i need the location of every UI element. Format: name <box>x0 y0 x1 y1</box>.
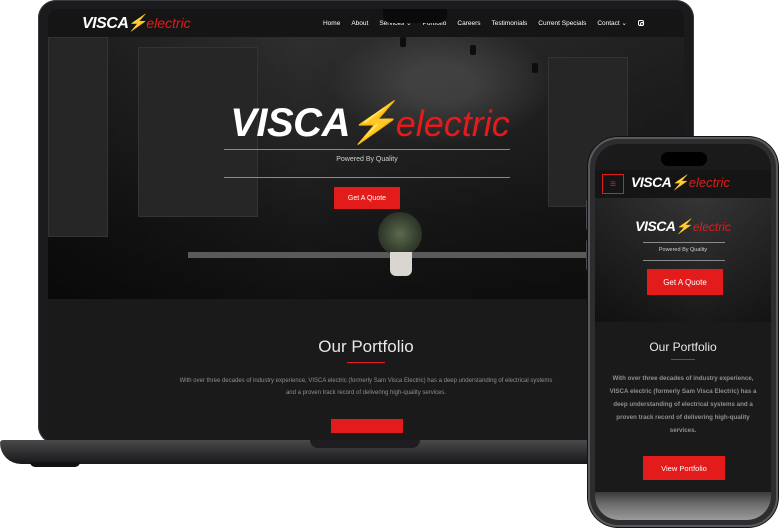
mobile-portfolio-title: Our Portfolio <box>649 340 717 354</box>
plant-image <box>378 212 422 256</box>
mobile-logo-electric: electric <box>688 175 730 190</box>
cabinet-left <box>48 37 108 237</box>
mobile-logo-visca: VISCA <box>631 174 672 190</box>
chevron-down-icon: ⌄ <box>621 20 627 27</box>
hero-logo-electric: electric <box>395 103 510 144</box>
lightning-bolt-icon: ⚡ <box>675 218 693 234</box>
logo-visca-text: VISCA <box>82 15 129 32</box>
mobile-hero-tagline: Powered By Quality <box>658 247 708 253</box>
view-portfolio-button[interactable] <box>331 419 403 433</box>
mockup-stage: VISCA ⚡ electric Home About Services ⌄ P… <box>0 0 780 530</box>
mobile-navbar: ≡ VISCA ⚡ electric <box>595 170 771 198</box>
mobile-portfolio-description: With over three decades of industry expe… <box>609 375 757 434</box>
hero-divider-top <box>224 149 510 150</box>
desktop-menu: Home About Services ⌄ Portfolio Careers … <box>323 9 644 37</box>
mobile-view-portfolio-button[interactable]: View Portfolio <box>643 456 725 480</box>
laptop-foot-left <box>30 462 80 467</box>
lightning-bolt-icon: ⚡ <box>671 174 689 190</box>
mobile-get-a-quote-button[interactable]: Get A Quote <box>647 269 723 295</box>
mobile-hero-logo-electric: electric <box>692 220 731 234</box>
nav-about[interactable]: About <box>351 20 368 27</box>
mobile-portfolio-underline <box>671 359 695 360</box>
mobile-portfolio-section: Our Portfolio With over three decades of… <box>595 322 771 492</box>
phone-dynamic-island <box>661 152 707 166</box>
mobile-hero-logo: VISCA ⚡ electric <box>595 218 771 235</box>
nav-home[interactable]: Home <box>323 20 340 27</box>
hero-logo-visca: VISCA <box>230 101 350 145</box>
lightning-bolt-icon: ⚡ <box>127 15 148 32</box>
logo-electric-text: electric <box>146 15 191 31</box>
phone-screen: ≡ VISCA ⚡ electric VISCA ⚡ electric Powe… <box>595 144 771 520</box>
nav-testimonials[interactable]: Testimonials <box>492 20 528 27</box>
lightning-bolt-icon: ⚡ <box>347 101 398 145</box>
portfolio-title-underline <box>347 362 385 363</box>
nav-current-specials[interactable]: Current Specials <box>538 20 586 27</box>
laptop-camera-notch <box>383 9 447 23</box>
hero-logo: VISCA ⚡ electric <box>220 99 520 146</box>
pendant-light-icon <box>470 45 476 55</box>
nav-contact-label: Contact <box>597 20 620 27</box>
site-logo[interactable]: VISCA ⚡ electric <box>82 13 191 33</box>
mobile-hero-section: VISCA ⚡ electric Powered By Quality Get … <box>595 198 771 322</box>
hamburger-icon[interactable]: ≡ <box>602 174 624 194</box>
instagram-icon[interactable] <box>638 20 644 26</box>
plant-pot-image <box>390 252 412 276</box>
get-a-quote-button[interactable]: Get A Quote <box>334 187 400 209</box>
pendant-light-icon <box>400 37 406 47</box>
desktop-navbar: VISCA ⚡ electric Home About Services ⌄ P… <box>48 9 684 37</box>
portfolio-description: With over three decades of industry expe… <box>179 378 553 396</box>
mobile-portfolio-image <box>595 492 771 520</box>
hero-divider-bottom <box>224 177 510 178</box>
nav-careers[interactable]: Careers <box>457 20 480 27</box>
mobile-hero-logo-visca: VISCA <box>635 218 676 234</box>
mobile-hero-divider-bottom <box>643 260 725 261</box>
hero-tagline: Powered By Quality <box>336 156 398 163</box>
mobile-hero-divider-top <box>643 242 725 243</box>
pendant-light-icon <box>532 63 538 73</box>
laptop-base-notch <box>310 440 420 448</box>
mobile-site-logo[interactable]: VISCA ⚡ electric <box>631 174 730 191</box>
nav-contact[interactable]: Contact ⌄ <box>597 19 627 27</box>
